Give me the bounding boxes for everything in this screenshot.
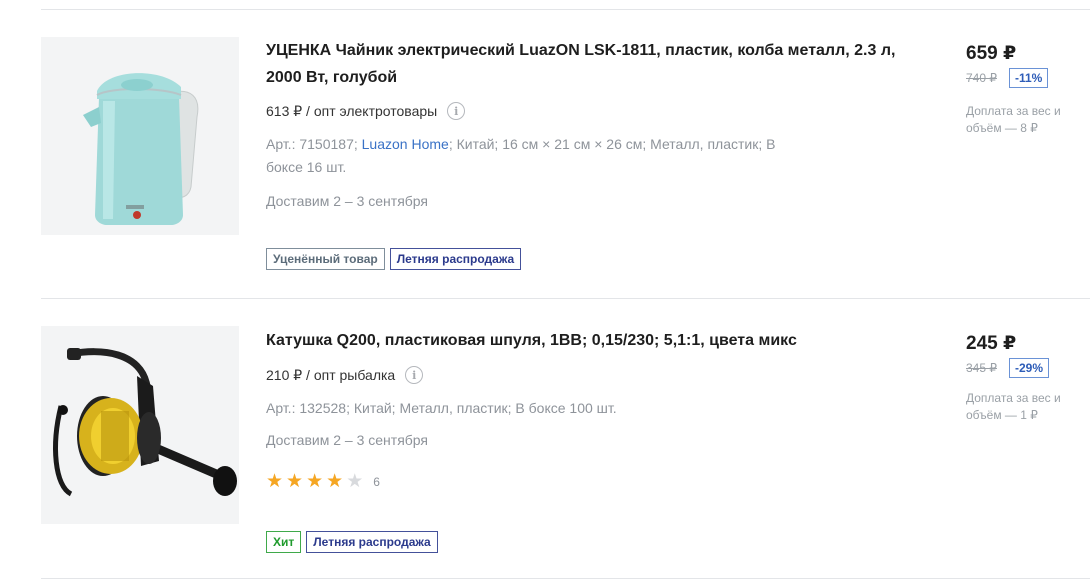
fishing-reel-icon bbox=[41, 326, 239, 524]
info-icon[interactable]: i bbox=[447, 102, 466, 120]
wholesale-price-text: 613 ₽ / опт электротовары bbox=[266, 102, 438, 119]
product-meta: Арт.: 132528; Китай; Металл, пластик; В … bbox=[266, 400, 617, 416]
star-icon: ★ bbox=[326, 470, 344, 492]
info-icon[interactable]: i bbox=[405, 366, 424, 384]
wholesale-price-text: 210 ₽ / опт рыбалка bbox=[266, 366, 396, 383]
current-price: 245 ₽ bbox=[966, 333, 1017, 354]
badge-discounted[interactable]: Уценённый товар bbox=[266, 248, 385, 270]
badge-summer-sale[interactable]: Летняя распродажа bbox=[306, 531, 438, 553]
top-divider bbox=[41, 9, 1090, 10]
star-icon: ★ bbox=[306, 470, 324, 492]
old-price-row: 740 ₽ -11% bbox=[966, 68, 1049, 88]
discount-badge: -11% bbox=[1009, 68, 1049, 88]
badge-summer-sale[interactable]: Летняя распродажа bbox=[389, 248, 522, 270]
product-title[interactable]: Катушка Q200, пластиковая шпуля, 1ВВ; 0,… bbox=[266, 327, 906, 354]
delivery-date: Доставим 2 – 3 сентября bbox=[266, 432, 429, 448]
kettle-icon bbox=[41, 37, 239, 235]
badge-list: Уценённый товар Летняя распродажа bbox=[266, 248, 522, 270]
product-image[interactable] bbox=[41, 326, 239, 524]
product-title[interactable]: УЦЕНКА Чайник электрический LuazON LSK-1… bbox=[266, 37, 906, 91]
delivery-date: Доставим 2 – 3 сентября bbox=[266, 193, 429, 209]
weight-surcharge: Доплата за вес и объём — 8 ₽ bbox=[966, 104, 1061, 135]
old-price: 740 ₽ bbox=[966, 71, 997, 85]
star-icon: ★ bbox=[266, 470, 284, 492]
wholesale-price: 613 ₽ / опт электротовары i bbox=[266, 101, 466, 121]
article-text: Арт.: 7150187; bbox=[266, 136, 358, 152]
star-icon: ★ bbox=[286, 470, 304, 492]
badge-list: Хит Летняя распродажа bbox=[266, 531, 438, 553]
current-price: 659 ₽ bbox=[966, 43, 1017, 64]
review-count[interactable]: 6 bbox=[373, 475, 380, 489]
wholesale-price: 210 ₽ / опт рыбалка i bbox=[266, 365, 424, 385]
product-meta: Арт.: 7150187; Luazon Home; Китай; 16 см… bbox=[266, 133, 806, 179]
old-price: 345 ₽ bbox=[966, 361, 997, 375]
badge-hit[interactable]: Хит bbox=[266, 531, 302, 553]
brand-link[interactable]: Luazon Home bbox=[362, 136, 449, 152]
product-divider bbox=[41, 298, 1090, 299]
rating-stars[interactable]: ★ ★ ★ ★ ★ 6 bbox=[266, 472, 380, 491]
discount-badge: -29% bbox=[1009, 358, 1050, 378]
bottom-divider bbox=[41, 578, 1090, 579]
star-empty-icon: ★ bbox=[346, 470, 364, 492]
product-image[interactable] bbox=[41, 37, 239, 235]
weight-surcharge: Доплата за вес и объём — 1 ₽ bbox=[966, 391, 1061, 422]
old-price-row: 345 ₽ -29% bbox=[966, 358, 1050, 378]
